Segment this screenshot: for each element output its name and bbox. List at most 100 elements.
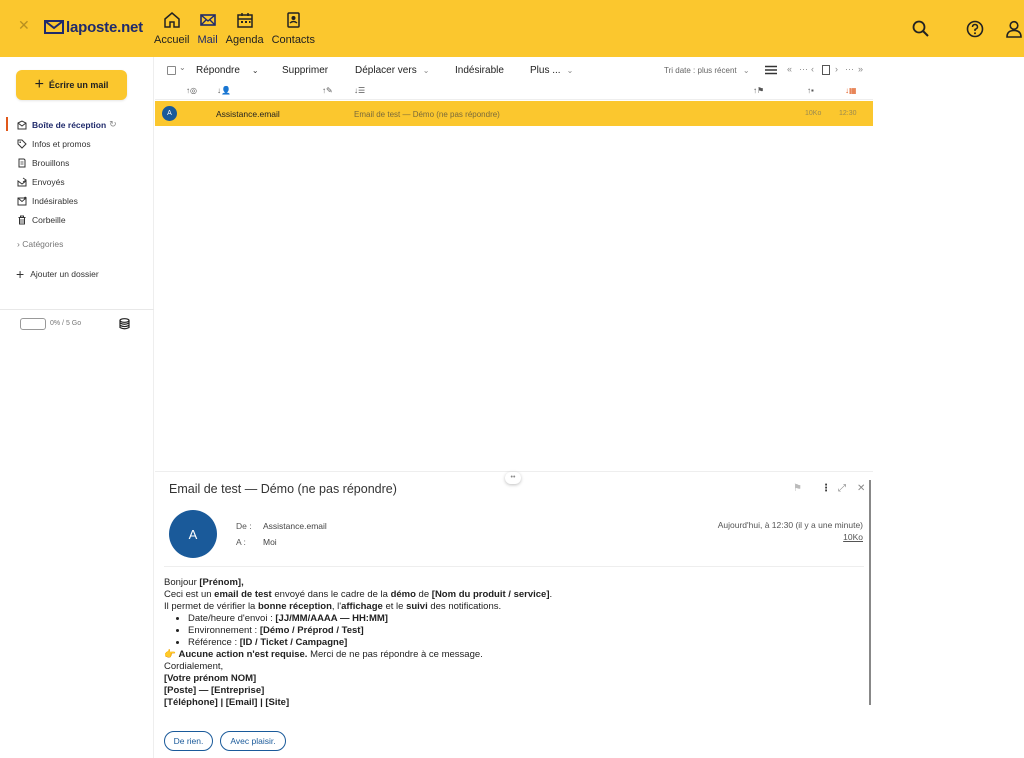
body-line: [Votre prénom NOM] [164,673,257,684]
folder-drafts[interactable]: Brouillons [0,153,154,172]
logo[interactable]: laposte.net [44,17,143,37]
reply-button[interactable]: Répondre ⌄ [196,65,259,76]
nav-label: Accueil [154,34,190,46]
ellipsis-icon[interactable]: ··· [799,64,808,74]
folder-promos[interactable]: Infos et promos [0,134,154,153]
message-sender: Assistance.email [216,109,280,119]
delete-button[interactable]: Supprimer [282,65,328,76]
chevron-down-icon: ⌄ [566,66,574,75]
search-icon[interactable] [911,19,931,39]
more-button[interactable]: Plus ... ⌄ [530,65,573,76]
close-icon[interactable]: ✕ [857,483,865,494]
sort-sender-icon[interactable]: ↓👤 [217,86,231,95]
top-bar: ✕ laposte.net Accueil Mail Agenda Contac… [0,0,1024,57]
first-page-icon[interactable]: « [787,64,792,74]
folder-spam[interactable]: Indésirables [0,191,154,210]
nav-label: Agenda [225,34,264,46]
folder-trash[interactable]: Corbeille [0,210,154,229]
spam-icon [17,196,27,205]
sort-size-icon[interactable]: ↑▪ [807,86,814,95]
nav-agenda[interactable]: Agenda [226,0,264,57]
ellipsis-icon[interactable]: ··· [845,64,854,74]
folder-label: Envoyés [32,176,65,187]
plus-icon: + [34,76,44,93]
page-icon[interactable] [822,65,830,75]
plus-icon: + [16,266,25,282]
resize-handle[interactable]: •• [505,472,521,484]
sort-flag-icon[interactable]: ↑⚑ [753,86,764,95]
preview-scrollbar[interactable] [869,480,871,705]
last-page-icon[interactable]: » [858,64,863,74]
prev-page-icon[interactable]: ‹ [811,64,814,74]
folder-label: Boîte de réception [32,119,107,130]
sort-attachment-icon[interactable]: ↑✎ [322,86,333,95]
body-line: [Téléphone] | [Email] | [Site] [164,697,290,708]
nav-mail[interactable]: Mail [197,0,218,57]
folder-list: Boîte de réception ↻ Infos et promos Bro… [0,115,154,229]
calendar-icon [236,13,253,28]
to-value[interactable]: Moi [263,537,277,547]
chevron-right-icon: › [17,239,20,249]
message-subject: Email de test — Démo (ne pas répondre) [354,110,500,119]
add-folder-button[interactable]: + Ajouter un dossier [16,266,99,282]
from-value[interactable]: Assistance.email [263,521,327,531]
sort-read-status-icon[interactable]: ↑◎ [186,86,197,95]
quick-reply-button[interactable]: De rien. [164,731,213,751]
spam-button[interactable]: Indésirable [455,65,504,76]
categories-toggle[interactable]: › Catégories [17,239,63,249]
flag-icon[interactable]: ⚑ [793,483,802,494]
list-view-icon[interactable] [764,65,778,77]
move-label: Déplacer vers [355,65,417,76]
move-button[interactable]: Déplacer vers ⌄ [355,65,429,76]
database-icon[interactable] [119,318,130,330]
list-item: Environnement : [Démo / Préprod / Test] [188,625,864,637]
from-label: De : [236,521,252,531]
add-folder-label: Ajouter un dossier [30,269,99,279]
chevron-down-icon: ⌄ [422,66,430,75]
trash-icon [18,215,26,224]
body-line: [Poste] — [Entreprise] [164,685,265,696]
user-account-icon[interactable] [1004,19,1024,39]
message-size-link[interactable]: 10Ko [843,532,863,542]
nav-label: Contacts [271,34,315,46]
nav-contacts[interactable]: Contacts [272,0,315,57]
sort-subject-icon[interactable]: ↓☰ [354,86,365,95]
select-all-checkbox[interactable] [167,66,176,75]
app-menu-icon[interactable]: ✕ [18,18,34,32]
tag-icon [17,139,27,149]
folder-label: Indésirables [32,195,78,206]
main-nav: Accueil Mail Agenda Contacts [154,0,323,57]
folder-inbox[interactable]: Boîte de réception ↻ [0,115,154,134]
storage-quota-text: 0% / 5 Go [50,320,82,327]
list-item: Date/heure d'envoi : [JJ/MM/AAAA — HH:MM… [188,613,864,625]
table-row[interactable]: A Assistance.email Email de test — Démo … [155,101,873,126]
refresh-icon[interactable]: ↻ [109,119,117,130]
next-page-icon[interactable]: › [835,64,838,74]
nav-accueil[interactable]: Accueil [154,0,189,57]
to-label: A : [236,537,246,547]
sort-date-icon[interactable]: ↓▦ [845,86,857,95]
categories-label: Catégories [22,239,64,249]
message-date: Aujourd'hui, à 12:30 (il y a une minute) [717,520,863,530]
body-line: Bonjour [Prénom], [164,577,244,588]
chevron-down-icon: ⌄ [742,66,750,75]
nav-label: Mail [197,34,218,46]
inbox-icon [17,119,27,129]
message-time: 12:30 [839,110,857,117]
sent-icon [17,177,27,186]
mail-icon [199,14,216,26]
divider [164,566,864,567]
sort-dropdown[interactable]: Tri date : plus récent ⌄ [664,66,750,75]
body-line: Il permet de vérifier la bonne réception… [164,601,502,612]
quick-reply-button[interactable]: Avec plaisir. [220,731,286,751]
expand-icon[interactable]: ⤢ [838,483,846,494]
divider [0,309,154,310]
select-dropdown-icon[interactable]: ⌄ [179,63,186,72]
help-icon[interactable] [965,19,985,39]
message-body: Bonjour [Prénom], Ceci est un email de t… [164,577,864,709]
chevron-down-icon[interactable]: ⌄ [252,66,259,75]
folder-sent[interactable]: Envoyés [0,172,154,191]
folder-label: Infos et promos [32,138,91,149]
compose-button[interactable]: + Écrire un mail [16,70,127,100]
more-vertical-icon[interactable]: ⋮ [821,483,831,494]
